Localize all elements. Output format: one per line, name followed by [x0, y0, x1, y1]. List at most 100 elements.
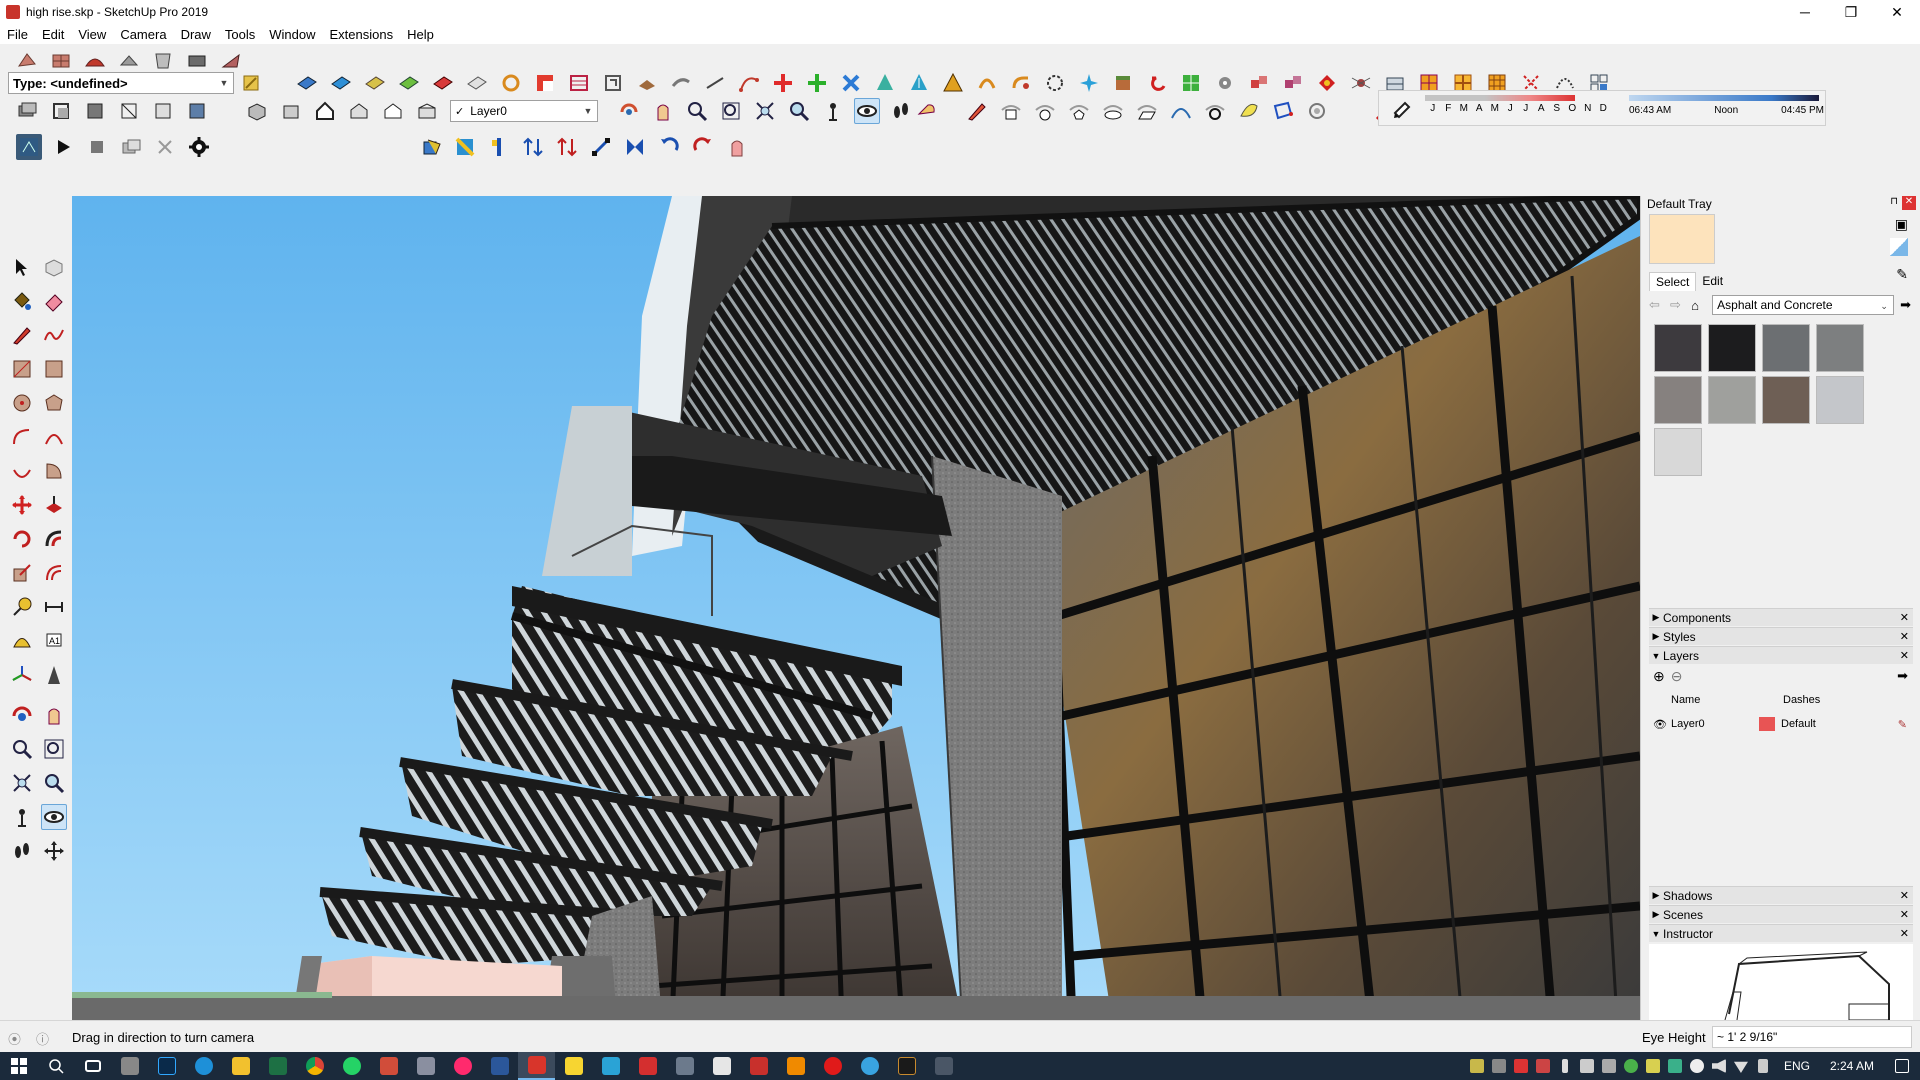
follow-me-tool-icon[interactable] [41, 526, 67, 552]
zoom-extents-icon[interactable] [752, 98, 778, 124]
back-arrow-icon[interactable]: ⇦ [1649, 297, 1670, 313]
scale-diagonal-icon[interactable] [588, 134, 614, 160]
layer-dropdown[interactable]: ✓ Layer0 ▼ [450, 100, 598, 122]
app-grid-icon[interactable] [370, 1052, 407, 1080]
pdf-icon[interactable] [703, 1052, 740, 1080]
box-component-icon[interactable] [1110, 70, 1136, 96]
pan-tool-icon[interactable] [41, 702, 67, 728]
layer-color-swatch[interactable] [1759, 717, 1775, 731]
search-icon[interactable] [37, 1052, 74, 1080]
excel-icon[interactable] [259, 1052, 296, 1080]
3d-text-icon[interactable] [41, 662, 67, 688]
menu-file[interactable]: File [0, 27, 35, 42]
zoom-tool-icon[interactable] [9, 736, 35, 762]
line-pencil-icon[interactable] [9, 322, 35, 348]
rotate-left-icon[interactable] [656, 134, 682, 160]
pan-icon[interactable] [650, 98, 676, 124]
dimension-icon[interactable] [41, 594, 67, 620]
offset-icon[interactable] [600, 70, 626, 96]
material-collection-dropdown[interactable]: Asphalt and Concrete ⌄ [1712, 295, 1895, 315]
tab-select[interactable]: Select [1649, 272, 1697, 291]
tray-app-icon[interactable] [1686, 1052, 1708, 1080]
microphone-icon[interactable] [1554, 1052, 1576, 1080]
paint-red-icon[interactable] [430, 70, 456, 96]
stop-icon[interactable] [84, 134, 110, 160]
default-material-icon[interactable] [1890, 238, 1908, 256]
opera-icon[interactable] [814, 1052, 851, 1080]
top-view-icon[interactable] [278, 98, 304, 124]
info-icon[interactable]: ⓘ [36, 1029, 49, 1048]
layers-stack-icon[interactable] [14, 98, 40, 124]
three-point-arc-icon[interactable] [9, 458, 35, 484]
lumion-logo-icon[interactable] [16, 134, 42, 160]
layer-row[interactable]: 👁 Layer0 Default ✎ [1649, 714, 1913, 734]
back-edges-icon[interactable] [82, 98, 108, 124]
intersect-icon[interactable] [532, 70, 558, 96]
scene-add-icon[interactable] [118, 134, 144, 160]
forward-arrow-icon[interactable]: ⇨ [1670, 297, 1691, 313]
layers-panel-header[interactable]: ▼ Layers ✕ [1649, 646, 1913, 664]
shaded-icon[interactable] [184, 98, 210, 124]
zoom-icon[interactable] [684, 98, 710, 124]
torus-icon[interactable] [1202, 98, 1228, 124]
rotate-icon[interactable] [9, 526, 35, 552]
tab-edit[interactable]: Edit [1696, 272, 1729, 291]
material-swatch[interactable] [1816, 324, 1864, 372]
position-camera-icon[interactable] [820, 98, 846, 124]
calculator-icon[interactable] [111, 1052, 148, 1080]
mirror-icon[interactable] [622, 134, 648, 160]
loop-icon[interactable] [1042, 70, 1068, 96]
walk-tool-icon[interactable] [9, 838, 35, 864]
move-icon[interactable] [9, 492, 35, 518]
bridge-icon[interactable] [888, 1052, 925, 1080]
visible-eye-icon[interactable]: 👁 [1649, 718, 1671, 731]
polygon-shape-icon[interactable] [1066, 98, 1092, 124]
start-button[interactable] [0, 1052, 37, 1080]
tray-app-icon[interactable] [1532, 1052, 1554, 1080]
push-pull-tool-icon[interactable] [41, 492, 67, 518]
notifications-icon[interactable] [1884, 1052, 1920, 1080]
material-stack-icon[interactable]: ▣ [1895, 216, 1908, 233]
type-dropdown[interactable]: Type: <undefined> ▼ [8, 72, 234, 94]
tray-close-icon[interactable]: ✕ [1902, 196, 1916, 210]
language-indicator[interactable]: ENG [1774, 1059, 1820, 1073]
freehand-icon[interactable] [41, 322, 67, 348]
material-swatch[interactable] [1762, 376, 1810, 424]
model-viewport[interactable] [72, 196, 1640, 1020]
pencil-icon[interactable] [964, 98, 990, 124]
home-icon[interactable] [312, 98, 338, 124]
photoshop-icon[interactable] [148, 1052, 185, 1080]
menu-view[interactable]: View [71, 27, 113, 42]
menu-draw[interactable]: Draw [174, 27, 218, 42]
section-fill-icon[interactable] [362, 70, 388, 96]
rect-shape-icon[interactable] [998, 98, 1024, 124]
component-make-icon[interactable] [41, 254, 67, 280]
tray-app-icon[interactable] [1466, 1052, 1488, 1080]
ellipse-shape-icon[interactable] [1100, 98, 1126, 124]
cubes-red-icon[interactable] [1246, 70, 1272, 96]
app-pink-icon[interactable] [444, 1052, 481, 1080]
layer-edit-pencil-icon[interactable]: ✎ [1898, 718, 1907, 731]
select-arrow-icon[interactable] [9, 254, 35, 280]
rotated-rect-icon[interactable] [41, 356, 67, 382]
zoom-window-icon[interactable] [718, 98, 744, 124]
bezier-icon[interactable] [736, 70, 762, 96]
section-cut-icon[interactable] [328, 70, 354, 96]
rectangle-icon[interactable] [9, 356, 35, 382]
clock[interactable]: 2:24 AM [1820, 1059, 1884, 1073]
geo-location-icon[interactable]: ⦿ [8, 1029, 21, 1048]
tape-measure-icon[interactable] [914, 98, 940, 124]
tray-app-icon[interactable] [1576, 1052, 1598, 1080]
tray-app-icon[interactable] [1510, 1052, 1532, 1080]
word-icon[interactable] [481, 1052, 518, 1080]
material-swatch[interactable] [1654, 428, 1702, 476]
panel-close-icon[interactable]: ✕ [1900, 611, 1909, 624]
tray-app-icon[interactable] [1664, 1052, 1686, 1080]
tray-app-icon[interactable] [1642, 1052, 1664, 1080]
polygon-icon[interactable] [41, 390, 67, 416]
sticky-notes-icon[interactable] [555, 1052, 592, 1080]
curve-shape-icon[interactable] [1168, 98, 1194, 124]
hidden-line-icon[interactable] [150, 98, 176, 124]
speaker-icon[interactable] [1752, 1052, 1774, 1080]
cube-blue-icon[interactable] [418, 134, 444, 160]
